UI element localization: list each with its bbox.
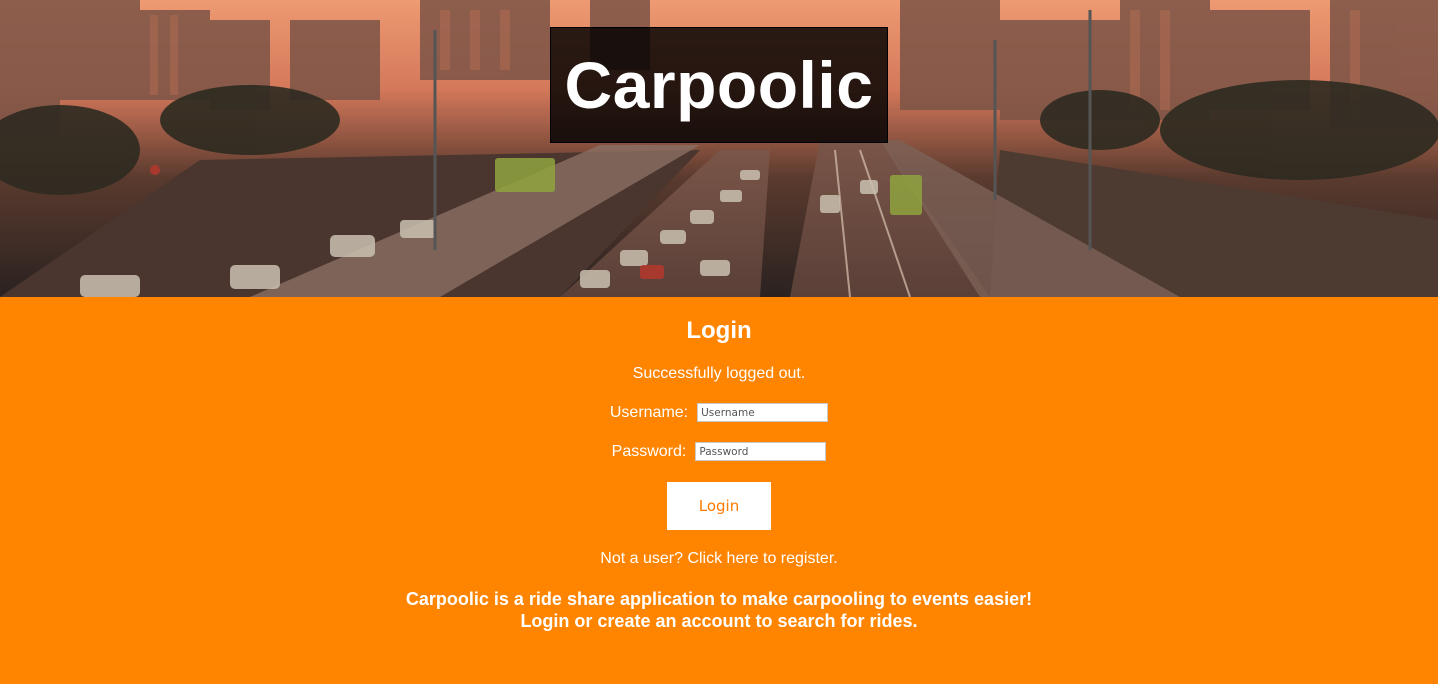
username-label: Username:: [609, 403, 689, 421]
password-label: Password:: [611, 442, 687, 460]
register-link[interactable]: Not a user? Click here to register.: [0, 550, 1438, 568]
hero-banner: Carpoolic: [0, 0, 1438, 297]
username-input[interactable]: [697, 403, 829, 422]
password-input[interactable]: [695, 442, 827, 461]
about-line-2: Login or create an account to search for…: [520, 611, 918, 631]
password-row: Password:: [0, 442, 1438, 461]
login-heading: Login: [686, 317, 752, 344]
brand-title: Carpoolic: [564, 48, 874, 122]
username-row: Username:: [0, 403, 1438, 422]
login-section: Login Successfully logged out. Username:…: [0, 297, 1438, 684]
about-tagline: Carpoolic is a ride share application to…: [0, 588, 1438, 632]
login-button[interactable]: Login: [667, 482, 771, 530]
brand-box: Carpoolic: [550, 27, 888, 143]
about-line-1: Carpoolic is a ride share application to…: [405, 589, 1033, 609]
logout-status-message: Successfully logged out.: [632, 365, 806, 382]
